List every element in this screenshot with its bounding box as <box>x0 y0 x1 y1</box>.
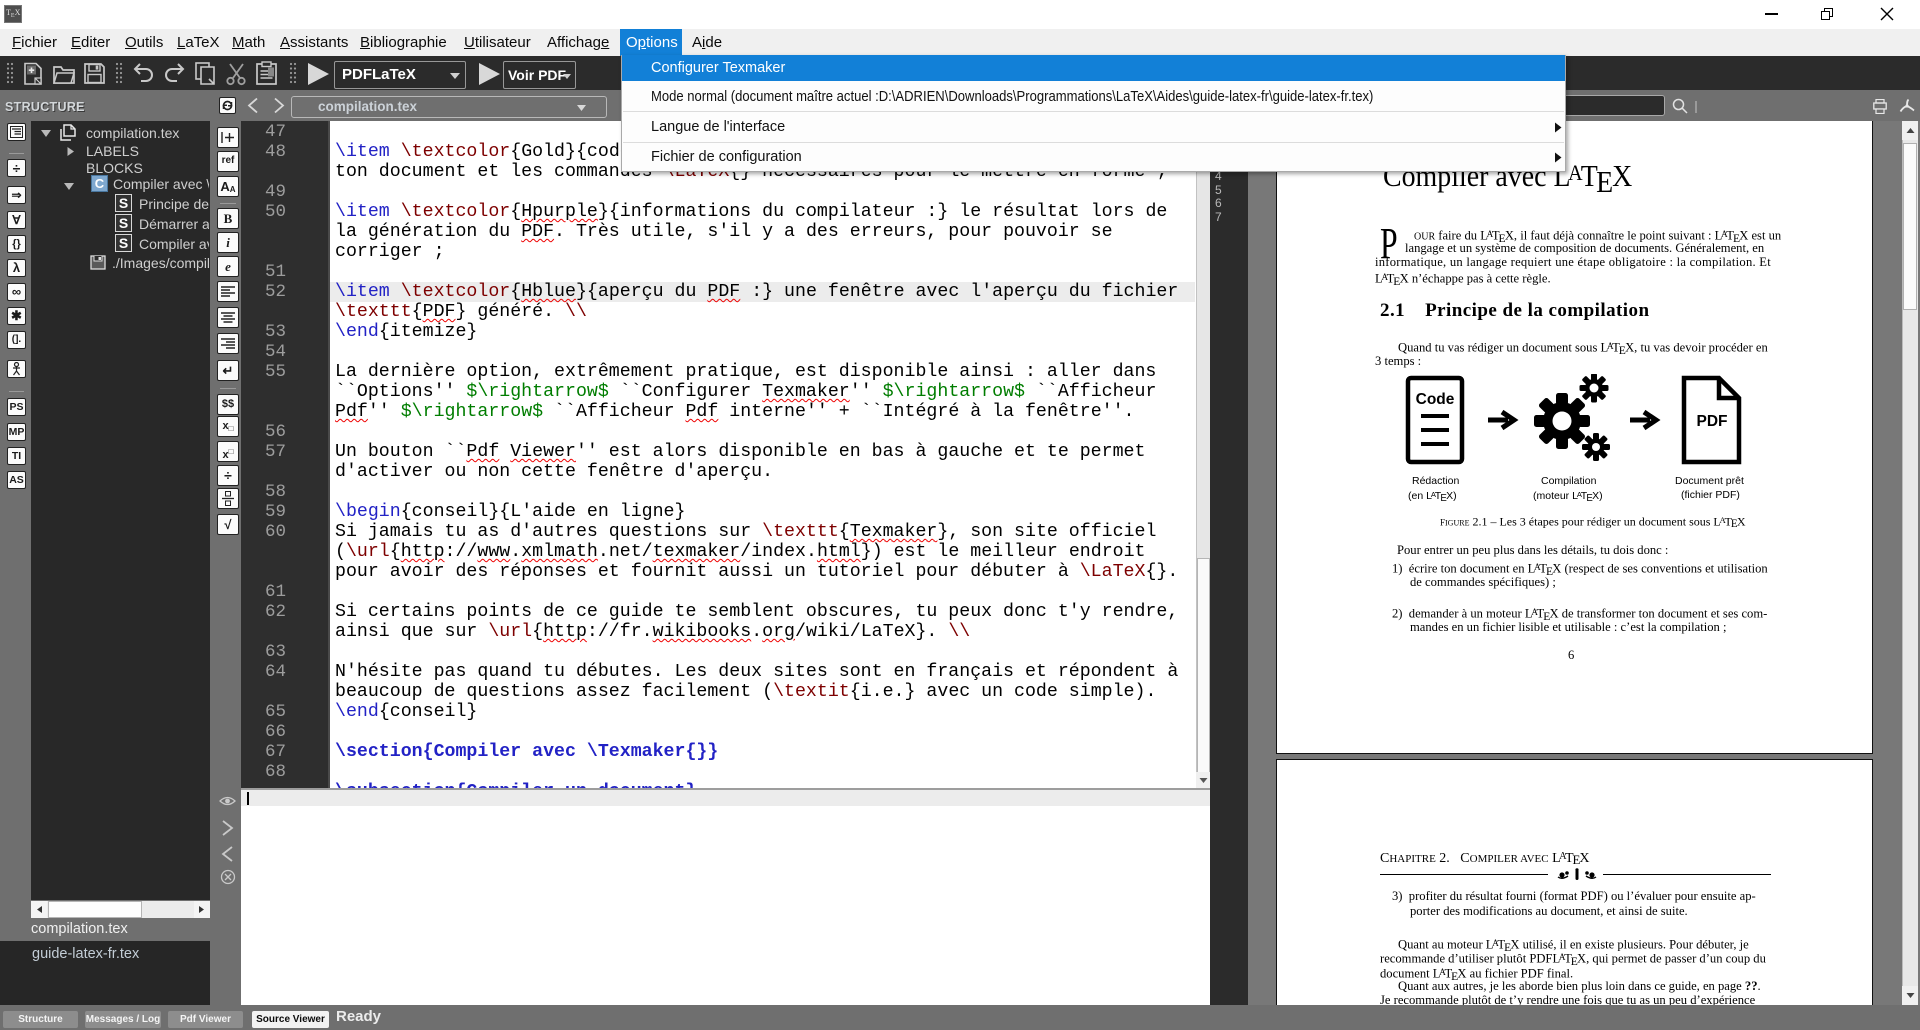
svg-text:Code: Code <box>1416 391 1455 408</box>
svg-text:PDF: PDF <box>1697 413 1728 430</box>
